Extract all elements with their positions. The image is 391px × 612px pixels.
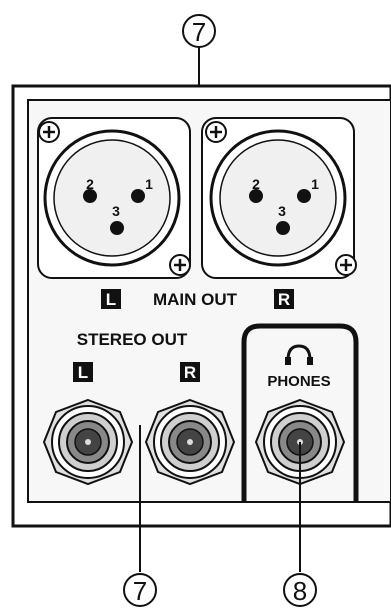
svg-text:L: L xyxy=(106,290,116,309)
stereo-out-left-badge: L xyxy=(73,362,93,382)
main-out-label: MAIN OUT xyxy=(153,290,238,309)
callout-bottom-left-number: 7 xyxy=(133,576,147,606)
stereo-out-label: STEREO OUT xyxy=(77,330,188,349)
main-out-right-badge: R xyxy=(274,289,294,309)
xlr-right-pin1-label: 1 xyxy=(311,176,319,192)
xlr-right-pin2-label: 2 xyxy=(252,176,260,192)
xlr-left-pin3-label: 3 xyxy=(112,203,120,219)
screw-icon xyxy=(335,254,357,276)
xlr-left-pin1-label: 1 xyxy=(145,176,153,192)
main-out-left-badge: L xyxy=(101,289,121,309)
rear-panel-diagram: 7 2 1 3 2 1 3 L MAIN OUT R STEREO OUT L … xyxy=(11,14,391,607)
stereo-out-right-jack xyxy=(144,398,236,486)
xlr-right: 2 1 3 xyxy=(201,117,357,279)
screw-icon xyxy=(169,254,191,276)
svg-text:L: L xyxy=(78,363,88,382)
stereo-out-right-badge: R xyxy=(180,362,200,382)
phones-label: PHONES xyxy=(267,373,330,390)
xlr-left: 2 1 3 xyxy=(37,117,191,279)
svg-text:R: R xyxy=(278,290,290,309)
stereo-out-left-jack xyxy=(42,398,134,486)
svg-text:R: R xyxy=(184,363,196,382)
screw-icon xyxy=(205,121,227,143)
xlr-left-pin2-label: 2 xyxy=(86,176,94,192)
screw-icon xyxy=(38,121,60,143)
xlr-right-pin3-label: 3 xyxy=(278,203,286,219)
callout-bottom-right-number: 8 xyxy=(293,576,307,606)
callout-top-number: 7 xyxy=(192,17,206,47)
